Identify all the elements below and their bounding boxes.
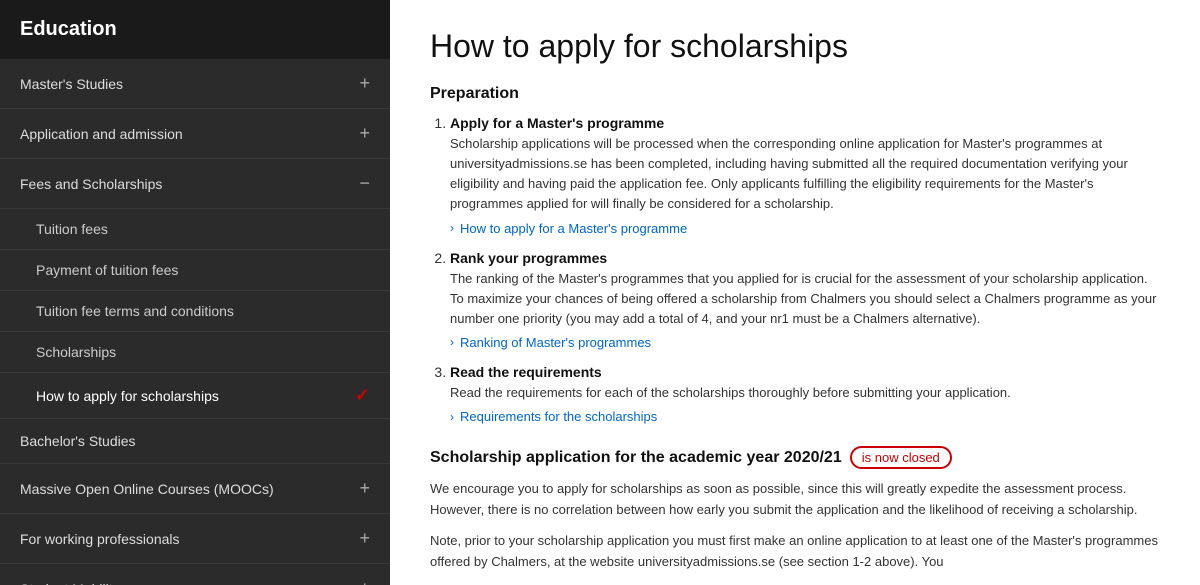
steps-list: Apply for a Master's programme Scholarsh… — [430, 115, 1160, 424]
body-paragraph-1: We encourage you to apply for scholarshi… — [430, 479, 1160, 521]
sidebar-item-mobility[interactable]: Student Mobility + — [0, 564, 390, 585]
main-content: How to apply for scholarships Preparatio… — [390, 0, 1200, 585]
preparation-heading: Preparation — [430, 85, 1160, 103]
sidebar-item-application[interactable]: Application and admission + — [0, 109, 390, 159]
checkmark-icon: ✓ — [355, 385, 370, 406]
sidebar-sub-item-scholarships[interactable]: Scholarships — [0, 332, 390, 373]
expand-icon: + — [359, 123, 370, 144]
sidebar-item-professionals[interactable]: For working professionals + — [0, 514, 390, 564]
sub-item-label: Tuition fees — [36, 221, 108, 237]
step-1-body: Scholarship applications will be process… — [450, 134, 1160, 215]
sidebar-sub-item-terms[interactable]: Tuition fee terms and conditions — [0, 291, 390, 332]
sidebar-sub-item-tuition[interactable]: Tuition fees — [0, 209, 390, 250]
step-3-body: Read the requirements for each of the sc… — [450, 383, 1160, 403]
collapse-icon: − — [359, 173, 370, 194]
sidebar-item-masters[interactable]: Master's Studies + — [0, 59, 390, 109]
sidebar-item-bachelors[interactable]: Bachelor's Studies — [0, 419, 390, 464]
chevron-icon: › — [450, 335, 454, 349]
sidebar-item-label: Student Mobility — [20, 581, 120, 585]
sub-item-label: Tuition fee terms and conditions — [36, 303, 234, 319]
step-2-link[interactable]: › Ranking of Master's programmes — [450, 335, 1160, 350]
step-1-link[interactable]: › How to apply for a Master's programme — [450, 221, 1160, 236]
step-3-link[interactable]: › Requirements for the scholarships — [450, 409, 1160, 424]
sidebar-item-label: For working professionals — [20, 531, 180, 547]
sidebar-item-label: Fees and Scholarships — [20, 176, 162, 192]
step-2: Rank your programmes The ranking of the … — [450, 250, 1160, 350]
sidebar: Education Master's Studies + Application… — [0, 0, 390, 585]
step-1-title: Apply for a Master's programme — [450, 115, 664, 131]
sub-item-label: Payment of tuition fees — [36, 262, 178, 278]
closed-badge: is now closed — [850, 446, 952, 469]
page-title: How to apply for scholarships — [430, 28, 1160, 65]
expand-icon: + — [359, 478, 370, 499]
main-body-text: We encourage you to apply for scholarshi… — [430, 479, 1160, 572]
step-2-body: The ranking of the Master's programmes t… — [450, 269, 1160, 329]
expand-icon: + — [359, 578, 370, 585]
body-paragraph-2: Note, prior to your scholarship applicat… — [430, 531, 1160, 573]
expand-icon: + — [359, 528, 370, 549]
chevron-icon: › — [450, 410, 454, 424]
sidebar-title: Education — [0, 0, 390, 59]
sidebar-item-label: Application and admission — [20, 126, 183, 142]
sidebar-item-label: Massive Open Online Courses (MOOCs) — [20, 481, 274, 497]
step-1-link-label: How to apply for a Master's programme — [460, 221, 687, 236]
sidebar-item-moocs[interactable]: Massive Open Online Courses (MOOCs) + — [0, 464, 390, 514]
sidebar-item-fees[interactable]: Fees and Scholarships − — [0, 159, 390, 209]
chevron-icon: › — [450, 221, 454, 235]
sidebar-sub-item-how-to-apply[interactable]: How to apply for scholarships ✓ — [0, 373, 390, 419]
sub-item-label: Scholarships — [36, 344, 116, 360]
step-3: Read the requirements Read the requireme… — [450, 364, 1160, 424]
scholarship-heading: Scholarship application for the academic… — [430, 446, 1160, 469]
step-3-link-label: Requirements for the scholarships — [460, 409, 657, 424]
sidebar-item-label: Master's Studies — [20, 76, 123, 92]
sidebar-item-label: Bachelor's Studies — [20, 433, 136, 449]
step-3-title: Read the requirements — [450, 364, 602, 380]
expand-icon: + — [359, 73, 370, 94]
step-1: Apply for a Master's programme Scholarsh… — [450, 115, 1160, 236]
step-2-link-label: Ranking of Master's programmes — [460, 335, 651, 350]
step-2-title: Rank your programmes — [450, 250, 607, 266]
sidebar-sub-item-payment[interactable]: Payment of tuition fees — [0, 250, 390, 291]
scholarship-heading-text: Scholarship application for the academic… — [430, 449, 842, 467]
sub-item-label: How to apply for scholarships — [36, 388, 219, 404]
